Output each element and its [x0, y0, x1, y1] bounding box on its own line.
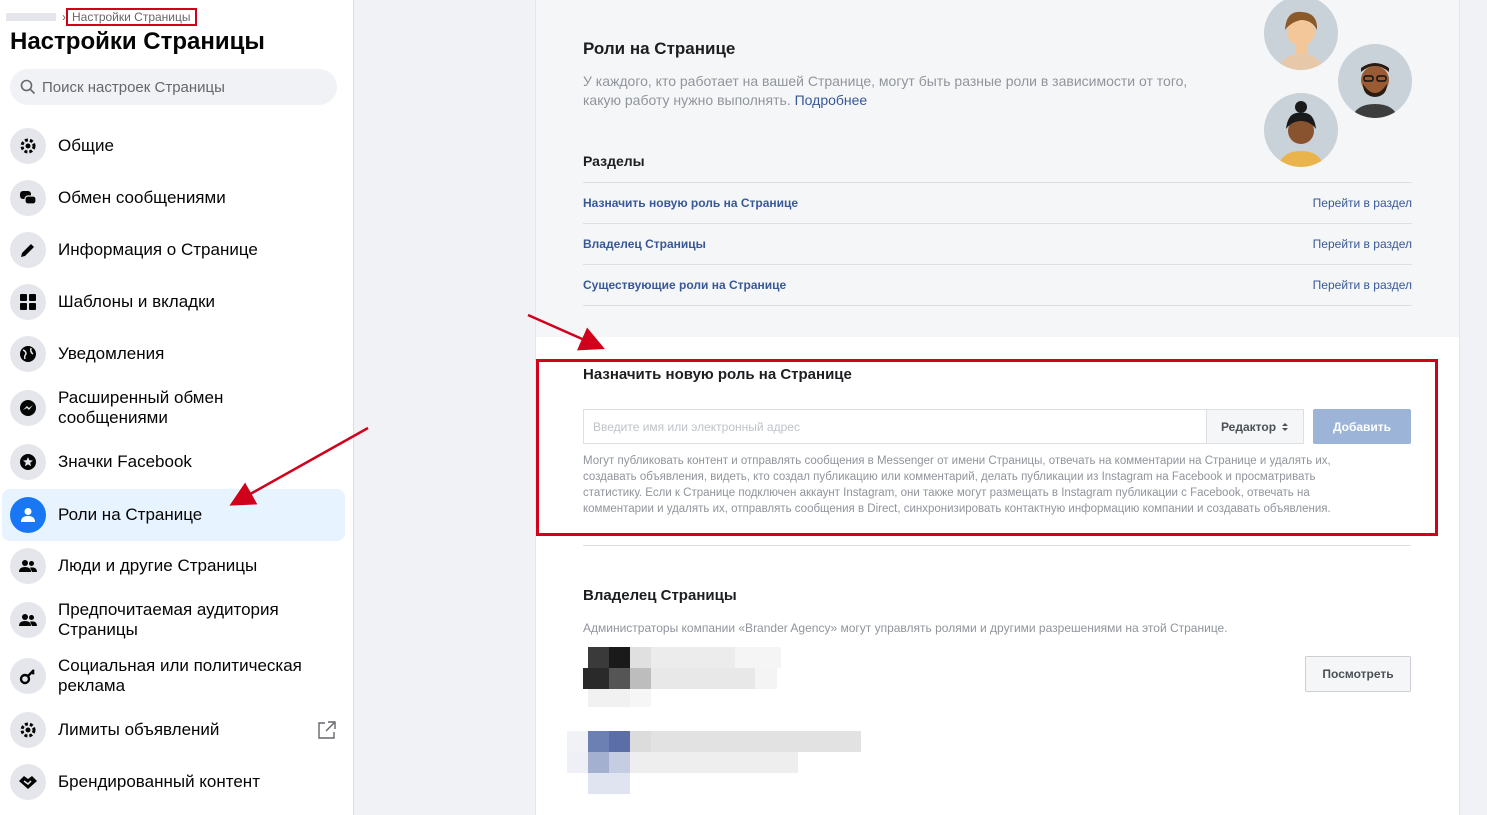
name-email-input[interactable]: [583, 409, 1206, 444]
people-icon: [10, 602, 46, 638]
section-row[interactable]: Назначить новую роль на Странице Перейти…: [583, 182, 1412, 223]
search-icon: [20, 79, 36, 95]
sidebar-item-label: Лимиты объявлений: [58, 720, 220, 739]
divider: [583, 305, 1412, 306]
description-text: У каждого, кто работает на вашей Страниц…: [583, 73, 1188, 108]
sidebar-item-label: Роли на Странице: [58, 505, 203, 524]
sort-arrows-icon: [1282, 422, 1289, 431]
add-button[interactable]: Добавить: [1313, 409, 1411, 444]
role-description: Могут публиковать контент и отправлять с…: [583, 455, 1331, 515]
assign-role-title: Назначить новую роль на Странице: [583, 366, 852, 383]
external-link-icon: [317, 720, 337, 745]
globe-icon: [10, 336, 46, 372]
star-badge-icon: [10, 444, 46, 480]
sidebar-item-preferred-audience[interactable]: Предпочитаемая аудитория Страницы: [2, 596, 345, 644]
role-select-value: Редактор: [1220, 419, 1277, 434]
go-to-section-link[interactable]: Перейти в раздел: [1313, 278, 1412, 292]
people-icon: [10, 548, 46, 584]
sidebar-item-label: Значки Facebook: [58, 452, 192, 471]
sidebar-item-political-ads[interactable]: Социальная или политическая реклама: [2, 652, 345, 700]
page-roles-description: У каждого, кто работает на вашей Страниц…: [583, 72, 1203, 110]
sidebar-item-messaging[interactable]: Обмен сообщениями: [2, 176, 345, 220]
breadcrumb-blurred-page-name: [6, 13, 56, 21]
search-box[interactable]: [10, 69, 337, 105]
sidebar-item-label: Обмен сообщениями: [58, 188, 226, 207]
sidebar-item-notifications[interactable]: Уведомления: [2, 332, 345, 376]
sidebar-item-label: Уведомления: [58, 344, 165, 363]
section-link[interactable]: Владелец Страницы: [583, 237, 706, 251]
section-link[interactable]: Существующие роли на Странице: [583, 278, 786, 292]
gear-icon: [10, 128, 46, 164]
gear-icon: [10, 712, 46, 748]
sidebar-item-people-pages[interactable]: Люди и другие Страницы: [2, 544, 345, 588]
section-row[interactable]: Существующие роли на Странице Перейти в …: [583, 264, 1412, 305]
avatar-illustration: [1264, 93, 1338, 167]
sidebar-item-general[interactable]: Общие: [2, 124, 345, 168]
sidebar-item-templates[interactable]: Шаблоны и вкладки: [2, 280, 345, 324]
page-owner-title: Владелец Страницы: [583, 587, 737, 604]
sections-title: Разделы: [583, 153, 645, 169]
search-input[interactable]: [42, 78, 322, 96]
sidebar-item-page-roles[interactable]: Роли на Странице: [2, 489, 345, 541]
sidebar-item-page-info[interactable]: Информация о Странице: [2, 228, 345, 272]
settings-sidebar: › Настройки Страницы Настройки Страницы …: [0, 0, 354, 815]
sidebar-item-label: Расширенный обмен сообщениями: [58, 388, 224, 427]
key-icon: [10, 658, 46, 694]
grid-icon: [10, 284, 46, 320]
page-title: Настройки Страницы: [10, 28, 265, 55]
sidebar-item-advanced-messaging[interactable]: Расширенный обмен сообщениями: [2, 384, 345, 432]
sidebar-item-ad-limits[interactable]: Лимиты объявлений: [2, 708, 345, 752]
avatar-illustration: [1338, 44, 1412, 118]
sidebar-item-label: Информация о Странице: [58, 240, 258, 259]
sidebar-item-label: Социальная или политическая реклама: [58, 656, 302, 695]
pencil-icon: [10, 232, 46, 268]
learn-more-link[interactable]: Подробнее: [795, 92, 868, 108]
sidebar-item-label: Брендированный контент: [58, 772, 260, 791]
page-roles-title: Роли на Странице: [583, 39, 736, 58]
sidebar-item-facebook-badges[interactable]: Значки Facebook: [2, 440, 345, 484]
messenger-icon: [10, 390, 46, 426]
sidebar-item-label: Шаблоны и вкладки: [58, 292, 216, 311]
breadcrumb: › Настройки Страницы: [6, 8, 197, 26]
divider: [583, 545, 1411, 546]
section-row[interactable]: Владелец Страницы Перейти в раздел: [583, 223, 1412, 264]
chat-icon: [10, 180, 46, 216]
sidebar-item-label: Общие: [58, 136, 114, 155]
section-link[interactable]: Назначить новую роль на Странице: [583, 196, 798, 210]
view-button[interactable]: Посмотреть: [1305, 656, 1411, 692]
go-to-section-link[interactable]: Перейти в раздел: [1313, 196, 1412, 210]
person-icon: [10, 497, 46, 533]
breadcrumb-current[interactable]: Настройки Страницы: [66, 8, 197, 26]
role-select[interactable]: Редактор: [1206, 409, 1304, 444]
sidebar-item-label: Предпочитаемая аудитория Страницы: [58, 600, 279, 639]
go-to-section-link[interactable]: Перейти в раздел: [1313, 237, 1412, 251]
sidebar-item-branded-content[interactable]: Брендированный контент: [2, 760, 345, 804]
sidebar-item-label: Люди и другие Страницы: [58, 556, 258, 575]
page-owner-description: Администраторы компании «Brander Agency»…: [583, 621, 1228, 635]
handshake-icon: [10, 764, 46, 800]
